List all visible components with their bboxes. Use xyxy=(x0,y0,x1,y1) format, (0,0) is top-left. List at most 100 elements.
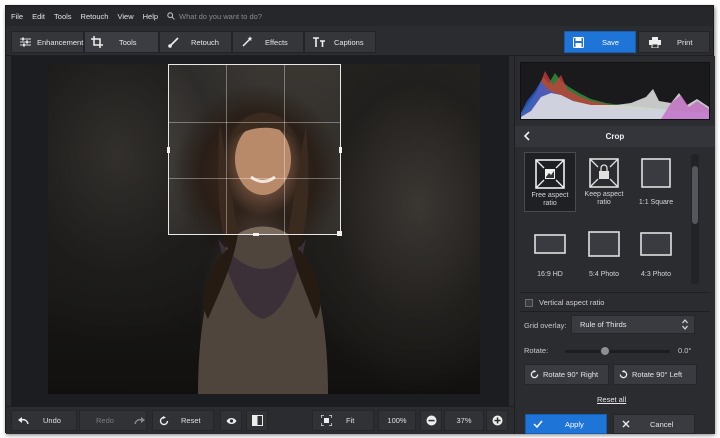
tab-tools[interactable]: Tools xyxy=(84,31,159,53)
grid-overlay-label: Grid overlay: xyxy=(524,321,567,330)
vertical-aspect-label: Vertical aspect ratio xyxy=(539,298,605,307)
rotate-left-label: Rotate 90° Left xyxy=(632,370,683,379)
preset-label: Keep aspect ratio xyxy=(584,191,624,206)
fit-label: Fit xyxy=(346,416,355,425)
preview-toggle-button[interactable] xyxy=(220,410,242,431)
grid-line xyxy=(169,122,340,123)
floppy-disk-icon xyxy=(573,36,584,48)
bottom-bar: Undo Redo Reset Fit 100% 37% xyxy=(6,406,514,434)
tab-label: Effects xyxy=(265,37,288,47)
tab-label: Enhancement xyxy=(37,37,84,47)
rotate-right-icon xyxy=(530,370,539,379)
keep-aspect-icon xyxy=(589,158,619,188)
crop-handle-left[interactable] xyxy=(167,147,170,153)
crop-mask-left xyxy=(48,64,168,394)
text-icon xyxy=(313,37,326,47)
app-window: File Edit Tools Retouch View Help What d… xyxy=(5,5,715,434)
preset-label: 5:4 Photo xyxy=(589,271,619,278)
preset-5-4[interactable]: 5:4 Photo xyxy=(578,224,630,284)
menu-bar: File Edit Tools Retouch View Help What d… xyxy=(6,6,713,26)
checkbox-box[interactable] xyxy=(525,298,533,307)
zoom-level-display: 37% xyxy=(444,410,484,431)
reset-icon xyxy=(159,415,169,426)
checkmark-icon xyxy=(533,420,543,428)
redo-label: Redo xyxy=(96,416,114,425)
image-canvas[interactable] xyxy=(11,56,509,406)
histogram xyxy=(520,62,710,120)
crop-rectangle[interactable] xyxy=(167,64,342,236)
presets-scrollbar[interactable] xyxy=(691,154,699,284)
preset-label: 16:9 HD xyxy=(537,271,563,278)
back-arrow-icon[interactable] xyxy=(523,131,530,143)
tab-captions[interactable]: Captions xyxy=(304,31,376,53)
zoom-in-button[interactable] xyxy=(486,410,508,431)
menu-file[interactable]: File xyxy=(11,12,23,21)
scrollbar-thumb[interactable] xyxy=(692,166,698,224)
tab-retouch[interactable]: Retouch xyxy=(159,31,232,53)
preset-16-9[interactable]: 16:9 HD xyxy=(524,224,576,284)
rotate-value: 0.0° xyxy=(678,346,692,355)
tab-enhancement[interactable]: Enhancement xyxy=(11,31,84,53)
widescreen-ratio-icon xyxy=(534,234,566,254)
grid-line xyxy=(226,65,227,234)
apply-button[interactable]: Apply xyxy=(525,414,607,434)
fit-button[interactable]: Fit xyxy=(312,410,374,431)
preset-square[interactable]: 1:1 Square xyxy=(630,152,682,212)
preset-keep-aspect[interactable]: Keep aspect ratio xyxy=(578,152,630,212)
vertical-aspect-checkbox[interactable]: Vertical aspect ratio xyxy=(525,298,604,307)
menu-tools[interactable]: Tools xyxy=(54,12,72,21)
crop-handle-right[interactable] xyxy=(339,147,342,153)
preset-label: Free aspect ratio xyxy=(531,192,569,207)
menu-retouch[interactable]: Retouch xyxy=(81,12,109,21)
preset-label: 4:3 Photo xyxy=(641,271,671,278)
grid-line xyxy=(169,178,340,179)
zoom-in-icon xyxy=(492,415,503,426)
print-label: Print xyxy=(677,37,693,47)
redo-icon xyxy=(134,416,145,425)
grid-overlay-select[interactable]: Rule of Thirds xyxy=(571,315,695,334)
menu-view[interactable]: View xyxy=(117,12,133,21)
crop-mask-bottom xyxy=(168,235,341,394)
undo-button[interactable]: Undo xyxy=(11,410,77,431)
preset-4-3[interactable]: 4:3 Photo xyxy=(630,224,682,284)
crop-handle-bottom[interactable] xyxy=(253,233,259,236)
rotate-slider-track[interactable] xyxy=(565,350,670,353)
command-search[interactable]: What do you want to do? xyxy=(167,12,262,21)
crop-handle-corner[interactable] xyxy=(337,231,342,236)
fit-screen-icon xyxy=(321,415,332,426)
rotate-right-button[interactable]: Rotate 90° Right xyxy=(524,364,609,385)
divider xyxy=(520,311,710,312)
magic-wand-icon xyxy=(241,36,253,48)
search-placeholder: What do you want to do? xyxy=(179,11,263,21)
select-arrows-icon xyxy=(682,319,688,332)
grid-overlay-value: Rule of Thirds xyxy=(580,320,627,329)
rotate-slider-handle[interactable] xyxy=(600,346,610,356)
menu-help[interactable]: Help xyxy=(143,12,158,21)
zoom-100-button[interactable]: 100% xyxy=(378,410,416,431)
right-panel: Crop Free aspect ratio Keep aspect ratio… xyxy=(514,56,715,434)
eye-icon xyxy=(226,417,237,425)
preset-free-aspect[interactable]: Free aspect ratio xyxy=(524,152,576,212)
undo-label: Undo xyxy=(43,416,61,425)
reset-button[interactable]: Reset xyxy=(152,410,214,431)
reset-all-link[interactable]: Reset all xyxy=(597,395,626,404)
cancel-button[interactable]: Cancel xyxy=(613,414,695,434)
rotate-label: Rotate: xyxy=(524,346,549,355)
crop-icon xyxy=(91,36,103,48)
square-ratio-icon xyxy=(641,158,671,188)
tab-label: Retouch xyxy=(191,37,219,47)
print-button[interactable]: Print xyxy=(638,31,710,53)
save-button[interactable]: Save xyxy=(564,31,636,53)
zoom-out-icon xyxy=(426,415,437,426)
zoom-out-button[interactable] xyxy=(420,410,442,431)
compare-button[interactable] xyxy=(246,410,268,431)
redo-button[interactable]: Redo xyxy=(79,410,147,431)
photo xyxy=(48,64,480,394)
rotate-left-button[interactable]: Rotate 90° Left xyxy=(613,364,697,385)
photo-4-3-icon xyxy=(640,232,672,256)
sliders-icon xyxy=(20,37,31,47)
menu-edit[interactable]: Edit xyxy=(32,12,45,21)
printer-icon xyxy=(649,36,661,48)
tab-effects[interactable]: Effects xyxy=(232,31,304,53)
preset-label: 1:1 Square xyxy=(638,199,674,206)
